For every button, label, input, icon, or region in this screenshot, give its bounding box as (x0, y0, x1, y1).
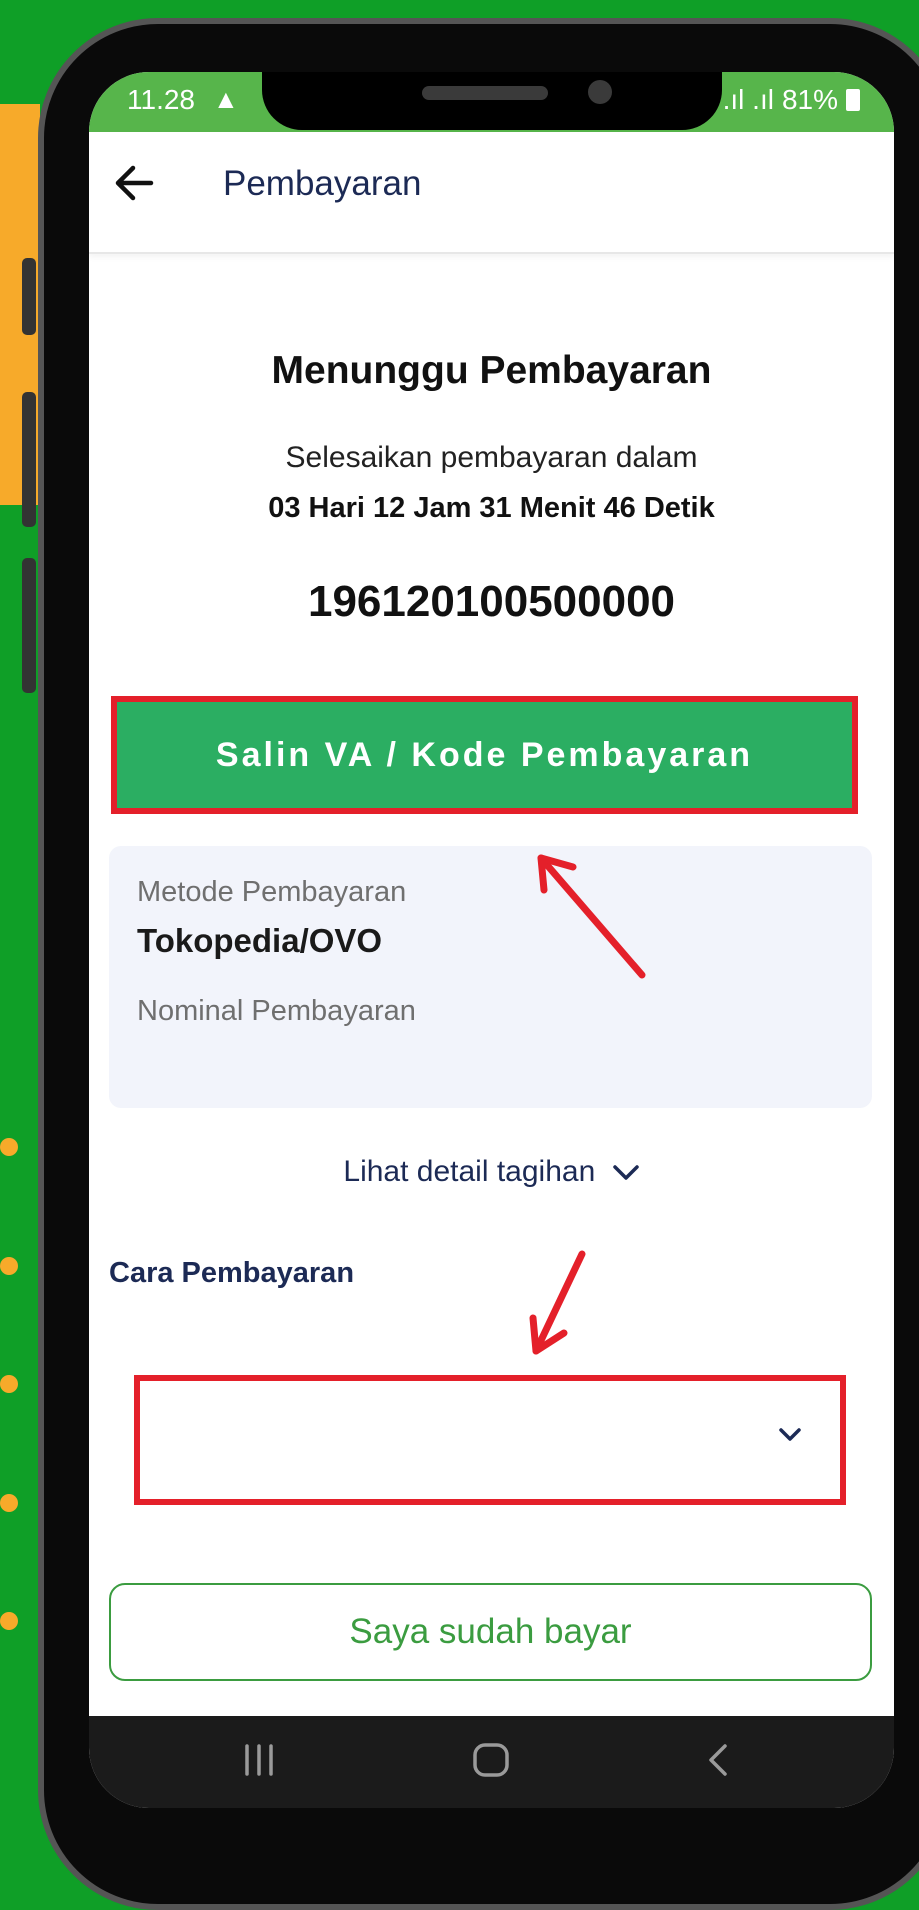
annotation-arrows (529, 854, 646, 1355)
decor-dot (0, 1375, 18, 1393)
decor-dot (0, 1612, 18, 1630)
annotation-arrow-up (537, 854, 646, 979)
decor-dot (0, 1138, 18, 1156)
phone-power (22, 558, 36, 693)
phone-volume-up (22, 258, 36, 335)
decor-dot (0, 1257, 18, 1275)
phone-screen: 11.28 ▲ .ıl .ıl 81% Pembayaran Menunggu … (89, 72, 894, 1808)
phone-volume-down (22, 392, 36, 527)
annotation-arrow-down (529, 1250, 586, 1355)
decor-dot (0, 1494, 18, 1512)
